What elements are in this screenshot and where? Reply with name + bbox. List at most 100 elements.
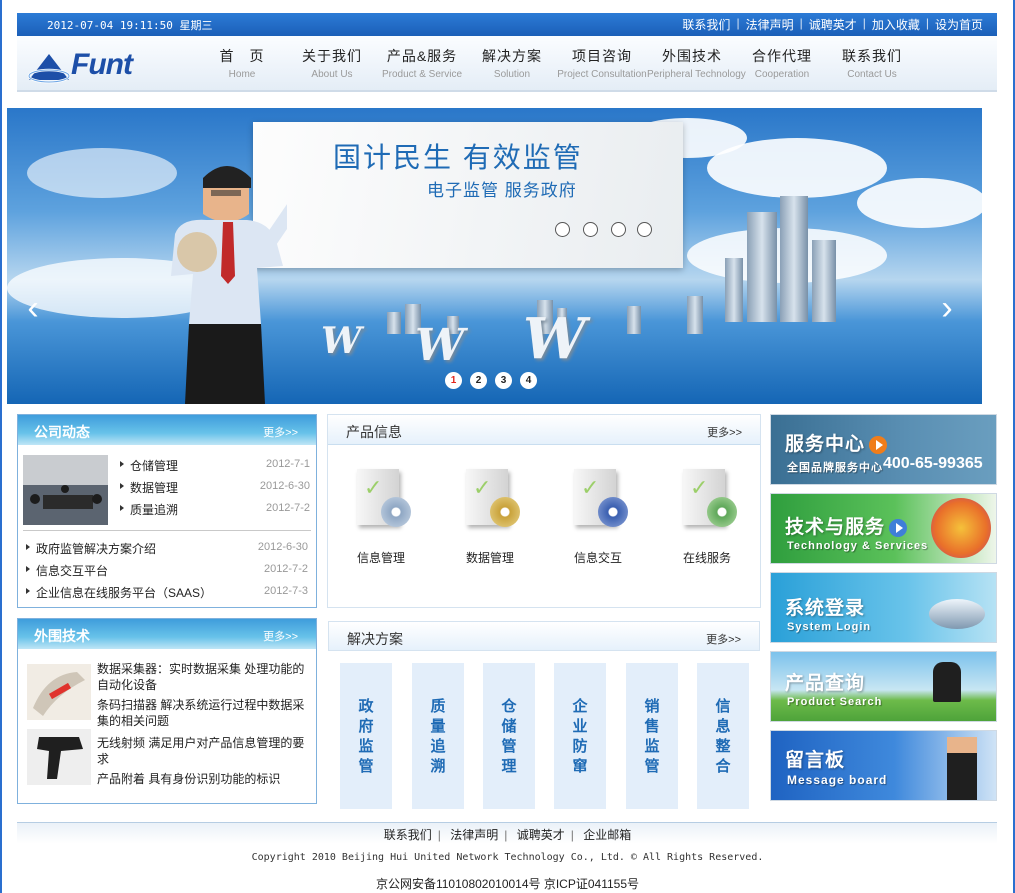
bullet-icon [120, 505, 124, 511]
tech-service-banner[interactable]: 技术与服务 Technology & Services [770, 493, 997, 564]
slide-dot-2[interactable]: 2 [470, 372, 487, 389]
clock-icon [611, 222, 626, 237]
nav-sublabel: Home [228, 69, 256, 80]
panel-header: 外围技术 更多>> [18, 619, 316, 649]
list-item[interactable]: 条码扫描器 解决系统运行过程中数据采集的相关问题 [97, 697, 313, 729]
news-date: 2012-6-30 [257, 541, 308, 553]
data-collector-photo [27, 664, 91, 720]
nav-sublabel: Cooperation [754, 69, 810, 80]
product-item[interactable]: ✓ 在线服务 [662, 465, 752, 566]
company-news-panel: 公司动态 更多>> 仓储管理 2012-7-1 数据管理 2012-6-30 质… [17, 414, 317, 608]
panel-header: 公司动态 更多>> [18, 415, 316, 445]
play-icon [889, 518, 908, 537]
bullet-icon [120, 461, 124, 467]
product-item[interactable]: ✓ 信息管理 [336, 465, 426, 566]
more-link[interactable]: 更多>> [263, 424, 298, 440]
list-item[interactable]: 信息交互平台 2012-7-2 [24, 558, 310, 580]
footer-link-mail[interactable]: 企业邮箱 [583, 828, 631, 842]
solution-label: 质量追溯 [430, 698, 446, 775]
clock-icon [555, 222, 570, 237]
system-login-banner[interactable]: 系统登录 System Login [770, 572, 997, 643]
top-link-legal[interactable]: 法律声明 [746, 16, 794, 33]
solution-label: 仓储管理 [501, 698, 517, 775]
service-center-banner[interactable]: 服务中心 全国品牌服务中心 400-65-99365 [770, 414, 997, 485]
nav-sublabel: Solution [493, 69, 531, 80]
more-link[interactable]: 更多>> [707, 424, 742, 440]
nav-about[interactable]: 关于我们 About Us [287, 36, 377, 92]
list-item[interactable]: 数据采集器：实时数据采集 处理功能的自动化设备 [97, 661, 313, 693]
top-link-homepage[interactable]: 设为首页 [935, 16, 983, 33]
nav-consultation[interactable]: 项目咨询 Project Consultation [557, 36, 647, 92]
software-box-icon: ✓ [353, 465, 411, 535]
logo-text: Funt [71, 48, 133, 81]
separator: | [862, 16, 866, 30]
solution-label: 企业防窜 [572, 698, 588, 775]
top-link-jobs[interactable]: 诚聘英才 [809, 16, 857, 33]
slide-dot-1[interactable]: 1 [445, 372, 462, 389]
news-date: 2012-7-2 [265, 502, 310, 514]
solution-tile[interactable]: 仓储管理 [483, 663, 535, 809]
banner-subtitle: Message board [787, 773, 888, 787]
top-link-contact[interactable]: 联系我们 [682, 16, 730, 33]
w-logo-graphic: W [523, 306, 586, 372]
message-board-banner[interactable]: 留言板 Message board [770, 730, 997, 801]
list-item[interactable]: 企业信息在线服务平台（SAAS） 2012-7-3 [24, 580, 310, 602]
product-item[interactable]: ✓ 信息交互 [553, 465, 643, 566]
news-title: 仓储管理 [130, 459, 179, 473]
product-search-banner[interactable]: 产品查询 Product Search [770, 651, 997, 722]
news-date: 2012-7-2 [263, 563, 308, 575]
footer-link-contact[interactable]: 联系我们 [384, 828, 432, 842]
nav-peripheral[interactable]: 外围技术 Peripheral Technology [647, 36, 746, 92]
list-item[interactable]: 仓储管理 2012-7-1 [118, 453, 312, 475]
banner-prev-arrow[interactable]: ‹ [21, 288, 45, 328]
top-link-favorite[interactable]: 加入收藏 [872, 16, 920, 33]
bullet-icon [26, 566, 30, 572]
product-label: 在线服务 [682, 551, 731, 565]
header: Funt 首 页 Home 关于我们 About Us 产品&服务 Product &… [17, 36, 997, 92]
nav-solution[interactable]: 解决方案 Solution [467, 36, 557, 92]
phone-number: 400-65-99365 [883, 455, 983, 472]
building-shape [387, 312, 401, 334]
footer-links: 联系我们 | 法律声明 | 诚聘英才 | 企业邮箱 [0, 826, 1015, 843]
list-item[interactable]: 无线射频 满足用户对产品信息管理的要求 [97, 735, 313, 767]
news-date: 2012-6-30 [259, 480, 310, 492]
nav-products[interactable]: 产品&服务 Product & Service [377, 36, 467, 92]
panel-title: 外围技术 [34, 628, 90, 644]
peripheral-tech-panel: 外围技术 更多>> 数据采集器：实时数据采集 处理功能的自动化设备 条码扫描器 … [17, 618, 317, 804]
more-link[interactable]: 更多>> [263, 628, 298, 644]
product-item[interactable]: ✓ 数据管理 [445, 465, 535, 566]
software-box-icon: ✓ [679, 465, 737, 535]
bullet-icon [26, 588, 30, 594]
solution-tile[interactable]: 销售监管 [626, 663, 678, 809]
solution-tile[interactable]: 信息整合 [697, 663, 749, 809]
building-shape [747, 212, 777, 322]
nav-home[interactable]: 首 页 Home [197, 36, 287, 92]
solution-tile[interactable]: 企业防窜 [554, 663, 606, 809]
slide-dot-3[interactable]: 3 [495, 372, 512, 389]
list-item[interactable]: 数据管理 2012-6-30 [118, 475, 312, 497]
top-links: 联系我们 | 法律声明 | 诚聘英才 | 加入收藏 | 设为首页 [682, 16, 983, 33]
main-nav: 首 页 Home 关于我们 About Us 产品&服务 Product & Serv… [197, 36, 917, 92]
slide-dot-4[interactable]: 4 [520, 372, 537, 389]
footer-link-legal[interactable]: 法律声明 [450, 828, 498, 842]
more-link[interactable]: 更多>> [706, 631, 741, 647]
banner-next-arrow[interactable]: › [935, 288, 959, 328]
logo[interactable]: Funt [27, 44, 167, 84]
software-box-icon: ✓ [462, 465, 520, 535]
building-shape [812, 240, 836, 322]
building-shape [725, 258, 743, 322]
list-item[interactable]: 产品附着 具有身份识别功能的标识 [97, 771, 313, 787]
product-panel: 产品信息 更多>> ✓ 信息管理 ✓ 数据管理 ✓ 信息交互 ✓ 在线服务 [327, 414, 761, 608]
nav-cooperation[interactable]: 合作代理 Cooperation [737, 36, 827, 92]
nav-contact[interactable]: 联系我们 Contact Us [827, 36, 917, 92]
list-item[interactable]: 政府监管解决方案介绍 2012-6-30 [24, 536, 310, 558]
list-item[interactable]: 质量追溯 2012-7-2 [118, 497, 312, 519]
banner-title: 留言板 [785, 750, 846, 771]
presenter-photo [171, 166, 287, 404]
solution-tile[interactable]: 政府监管 [340, 663, 392, 809]
cloud-shape [27, 148, 177, 198]
nav-label: 产品&服务 [386, 48, 458, 64]
banner-title: 系统登录 [785, 598, 866, 619]
footer-link-jobs[interactable]: 诚聘英才 [517, 828, 565, 842]
solution-tile[interactable]: 质量追溯 [412, 663, 464, 809]
